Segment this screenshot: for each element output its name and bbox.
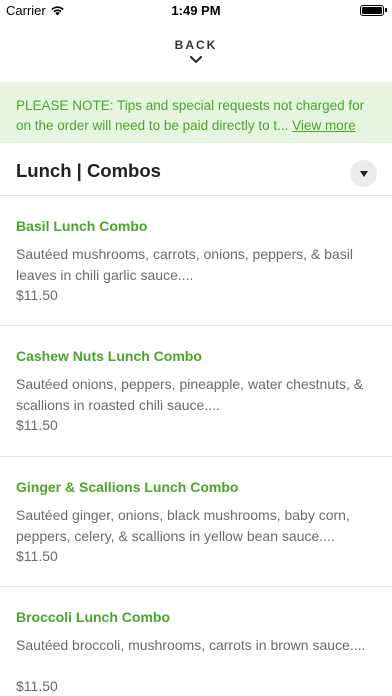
menu-item-description-line: leaves in chili garlic sauce.... <box>16 267 194 283</box>
menu-item-description: Sautéed broccoli, mushrooms, carrots in … <box>16 635 376 656</box>
category-dropdown-button[interactable] <box>350 160 377 187</box>
chevron-down-icon <box>189 55 203 64</box>
menu-item-description-line: scallions in roasted chili sauce.... <box>16 397 220 413</box>
menu-item-description-line: Sautéed onions, peppers, pineapple, wate… <box>16 376 364 392</box>
section-header: Lunch | Combos <box>0 148 392 196</box>
status-bar: Carrier 1:49 PM <box>0 0 392 22</box>
menu-item-name: Cashew Nuts Lunch Combo <box>16 348 202 364</box>
menu-item-description: Sautéed mushrooms, carrots, onions, pepp… <box>16 244 376 286</box>
menu-item-description-line: peppers, celery, & scallions in yellow b… <box>16 528 335 544</box>
status-time: 1:49 PM <box>171 3 221 18</box>
menu-item-description: Sautéed ginger, onions, black mushrooms,… <box>16 505 376 547</box>
menu-item-price: $11.50 <box>16 548 58 564</box>
back-button[interactable]: BACK <box>0 30 392 74</box>
section-title: Lunch | Combos <box>16 160 161 181</box>
menu-item[interactable]: Cashew Nuts Lunch Combo Sautéed onions, … <box>0 326 392 457</box>
battery-icon <box>360 5 387 16</box>
notice-text-line2: on the order will need to be paid direct… <box>16 118 289 133</box>
notice-text-line1: PLEASE NOTE: Tips and special requests n… <box>16 98 365 113</box>
notice-banner: PLEASE NOTE: Tips and special requests n… <box>0 82 392 143</box>
menu-item-name: Ginger & Scallions Lunch Combo <box>16 479 239 495</box>
menu-item-name: Basil Lunch Combo <box>16 218 148 234</box>
menu-item-description-line: Sautéed broccoli, mushrooms, carrots in … <box>16 637 366 653</box>
menu-item[interactable]: Basil Lunch Combo Sautéed mushrooms, car… <box>0 196 392 326</box>
notice-text-line2-row: on the order will need to be paid direct… <box>16 116 376 136</box>
back-label: BACK <box>174 38 218 52</box>
menu-item[interactable]: Broccoli Lunch Combo Sautéed broccoli, m… <box>0 587 392 696</box>
menu-item-price: $11.50 <box>16 678 58 694</box>
menu-item-description-line: Sautéed mushrooms, carrots, onions, pepp… <box>16 246 353 262</box>
menu-item-description: Sautéed onions, peppers, pineapple, wate… <box>16 374 376 416</box>
dropdown-triangle-icon <box>359 171 368 177</box>
menu-item[interactable]: Ginger & Scallions Lunch Combo Sautéed g… <box>0 457 392 587</box>
menu-item-price: $11.50 <box>16 417 58 433</box>
menu-item-description-line: Sautéed ginger, onions, black mushrooms,… <box>16 507 350 523</box>
status-right <box>360 5 387 16</box>
menu-item-price: $11.50 <box>16 287 58 303</box>
view-more-link[interactable]: View more <box>292 118 356 133</box>
menu-item-name: Broccoli Lunch Combo <box>16 609 170 625</box>
